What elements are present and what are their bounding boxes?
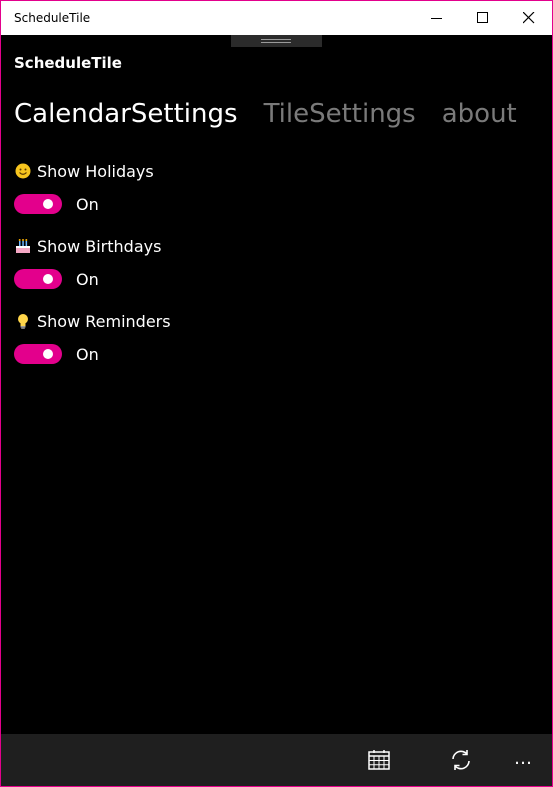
command-bar: … bbox=[1, 734, 552, 786]
toggle-state-label: On bbox=[76, 194, 99, 214]
setting-show-birthdays: Show Birthdays On bbox=[14, 235, 161, 290]
toggle-knob bbox=[43, 274, 53, 284]
more-options-button[interactable]: … bbox=[514, 748, 534, 769]
app-header-title: ScheduleTile bbox=[14, 54, 122, 72]
close-button[interactable] bbox=[506, 1, 552, 35]
reminders-toggle[interactable] bbox=[14, 344, 62, 364]
toggle-row: On bbox=[14, 268, 161, 290]
calendar-icon bbox=[368, 750, 390, 770]
lightbulb-icon bbox=[18, 314, 28, 329]
setting-label-row: Show Reminders bbox=[14, 310, 171, 332]
tab-about[interactable]: about bbox=[442, 99, 517, 135]
drag-handle-grip-line bbox=[261, 39, 291, 40]
setting-label: Show Birthdays bbox=[37, 236, 162, 256]
refresh-button[interactable] bbox=[447, 746, 475, 774]
calendar-button[interactable] bbox=[365, 746, 393, 774]
birthdays-toggle[interactable] bbox=[14, 269, 62, 289]
setting-show-holidays: Show Holidays On bbox=[14, 160, 154, 215]
setting-label-row: Show Birthdays bbox=[14, 235, 161, 257]
window-title: ScheduleTile bbox=[14, 11, 91, 25]
minimize-icon bbox=[431, 18, 442, 19]
setting-label: Show Holidays bbox=[37, 161, 154, 181]
toggle-knob bbox=[43, 199, 53, 209]
tab-tile-settings[interactable]: TileSettings bbox=[264, 99, 416, 135]
minimize-button[interactable] bbox=[414, 1, 460, 35]
drag-handle[interactable] bbox=[231, 35, 322, 47]
tab-calendar-settings[interactable]: CalendarSettings bbox=[14, 99, 238, 135]
cake-icon bbox=[16, 239, 30, 253]
setting-label: Show Reminders bbox=[37, 311, 171, 331]
holidays-toggle[interactable] bbox=[14, 194, 62, 214]
maximize-icon bbox=[477, 12, 488, 23]
smiley-icon bbox=[15, 163, 31, 179]
setting-label-row: Show Holidays bbox=[14, 160, 154, 182]
drag-handle-grip-line bbox=[261, 42, 291, 43]
maximize-button[interactable] bbox=[460, 1, 506, 35]
close-icon bbox=[523, 12, 535, 24]
toggle-state-label: On bbox=[76, 269, 99, 289]
pivot-header: CalendarSettings TileSettings about bbox=[14, 99, 543, 135]
refresh-icon bbox=[452, 750, 470, 770]
title-bar: ScheduleTile bbox=[1, 1, 552, 35]
toggle-state-label: On bbox=[76, 344, 99, 364]
app-window: ScheduleTile ScheduleTile CalendarSettin… bbox=[0, 0, 553, 787]
toggle-row: On bbox=[14, 343, 171, 365]
toggle-row: On bbox=[14, 193, 154, 215]
setting-show-reminders: Show Reminders On bbox=[14, 310, 171, 365]
toggle-knob bbox=[43, 349, 53, 359]
